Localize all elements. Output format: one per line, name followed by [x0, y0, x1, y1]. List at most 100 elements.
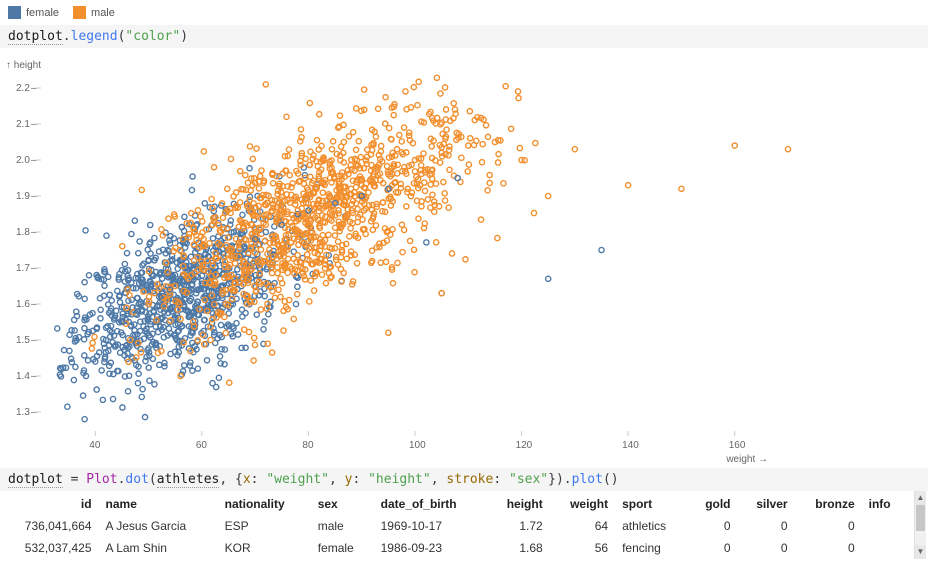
scatter-dot: [146, 365, 151, 370]
scatter-dot: [67, 332, 72, 337]
scatter-dot: [459, 155, 464, 160]
scatter-dot: [416, 79, 421, 84]
code-cell-2[interactable]: dotplot = Plot.dot(athletes, {x: "weight…: [0, 468, 928, 491]
col-nationality[interactable]: nationality: [221, 491, 314, 515]
scatter-dot: [166, 216, 171, 221]
scatter-dot: [239, 307, 244, 312]
svg-text:160: 160: [729, 440, 746, 451]
scatter-dot: [442, 85, 447, 90]
col-gold[interactable]: gold: [691, 491, 740, 515]
svg-text:–: –: [31, 191, 37, 202]
scatter-dot: [432, 209, 437, 214]
scatter-dot: [269, 271, 274, 276]
scroll-up-icon[interactable]: ▲: [915, 491, 926, 505]
scroll-down-icon[interactable]: ▼: [915, 545, 926, 559]
scatter-dot: [218, 322, 223, 327]
scatter-dot: [71, 377, 76, 382]
scatter-dot: [438, 160, 443, 165]
cell-sex: male: [314, 515, 377, 537]
col-sex[interactable]: sex: [314, 491, 377, 515]
scatter-dot: [439, 291, 444, 296]
scatter-dot: [397, 132, 402, 137]
scatter-dot: [465, 169, 470, 174]
table-row[interactable]: 736,041,664A Jesus GarciaESPmale1969-10-…: [0, 515, 910, 537]
cell-bronze: 0: [798, 515, 865, 537]
scatter-dot: [104, 233, 109, 238]
col-silver[interactable]: silver: [741, 491, 798, 515]
cell-silver: 0: [741, 537, 798, 559]
scatter-dot: [286, 147, 291, 152]
scatter-dot: [107, 292, 112, 297]
scatter-dot: [546, 193, 551, 198]
table-scrollbar[interactable]: ▲ ▼: [914, 491, 926, 559]
scatter-dot: [120, 405, 125, 410]
svg-text:–: –: [31, 263, 37, 274]
table-row[interactable]: 532,037,425A Lam ShinKORfemale1986-09-23…: [0, 537, 910, 559]
scatter-dot: [390, 281, 395, 286]
scatter-dot: [86, 273, 91, 278]
scatter-dot: [102, 283, 107, 288]
scatter-dot: [434, 75, 439, 80]
scatter-dot: [136, 371, 141, 376]
scatter-dot: [442, 191, 447, 196]
col-weight[interactable]: weight: [553, 491, 618, 515]
scatter-dot: [341, 270, 346, 275]
svg-text:40: 40: [89, 440, 101, 451]
scatter-chart: ↑ height1.3–1.4–1.5–1.6–1.7–1.8–1.9–2.0–…: [0, 48, 928, 468]
scatter-dot: [281, 328, 286, 333]
svg-text:80: 80: [302, 440, 314, 451]
scatter-dot: [238, 169, 243, 174]
scatter-dot: [208, 337, 213, 342]
scatter-dot: [272, 295, 277, 300]
scatter-dot: [411, 247, 416, 252]
col-bronze[interactable]: bronze: [798, 491, 865, 515]
cell-name: A Jesus Garcia: [102, 515, 221, 537]
data-table-wrap: idnamenationalitysexdate_of_birthheightw…: [0, 491, 928, 559]
scatter-dot: [399, 139, 404, 144]
svg-text:weight →: weight →: [725, 454, 768, 465]
cell-sex: female: [314, 537, 377, 559]
scatter-dot: [732, 143, 737, 148]
svg-text:–: –: [31, 335, 37, 346]
scatter-dot: [378, 260, 383, 265]
scatter-dot: [471, 142, 476, 147]
scatter-dot: [479, 160, 484, 165]
data-table: idnamenationalitysexdate_of_birthheightw…: [0, 491, 910, 559]
cell-id: 736,041,664: [0, 515, 102, 537]
scatter-dot: [210, 236, 215, 241]
col-name[interactable]: name: [102, 491, 221, 515]
scroll-thumb[interactable]: [916, 505, 925, 531]
col-height[interactable]: height: [490, 491, 553, 515]
scatter-dot: [157, 362, 162, 367]
scatter-dot: [122, 261, 127, 266]
cell-nationality: ESP: [221, 515, 314, 537]
scatter-dot: [106, 274, 111, 279]
scatter-dot: [275, 271, 280, 276]
scatter-dot: [270, 181, 275, 186]
scatter-dot: [284, 114, 289, 119]
col-id[interactable]: id: [0, 491, 102, 515]
scatter-dot: [354, 106, 359, 111]
scatter-dot: [599, 247, 604, 252]
col-date_of_birth[interactable]: date_of_birth: [377, 491, 490, 515]
scatter-dot: [399, 222, 404, 227]
scatter-dot: [252, 342, 257, 347]
scatter-dot: [468, 136, 473, 141]
cell-height: 1.68: [490, 537, 553, 559]
scatter-dot: [402, 125, 407, 130]
scatter-dot: [61, 348, 66, 353]
scatter-dot: [247, 144, 252, 149]
scatter-dot: [312, 288, 317, 293]
svg-text:1.5: 1.5: [16, 335, 30, 346]
scatter-dot: [223, 330, 228, 335]
col-info[interactable]: info: [865, 491, 910, 515]
scatter-dot: [240, 212, 245, 217]
scatter-dot: [314, 138, 319, 143]
col-sport[interactable]: sport: [618, 491, 691, 515]
scatter-dot: [447, 144, 452, 149]
scatter-dot: [390, 227, 395, 232]
code-cell-1[interactable]: dotplot.legend("color"): [0, 25, 928, 48]
scatter-dot: [438, 91, 443, 96]
scatter-dot: [73, 364, 78, 369]
scatter-dot: [235, 332, 240, 337]
